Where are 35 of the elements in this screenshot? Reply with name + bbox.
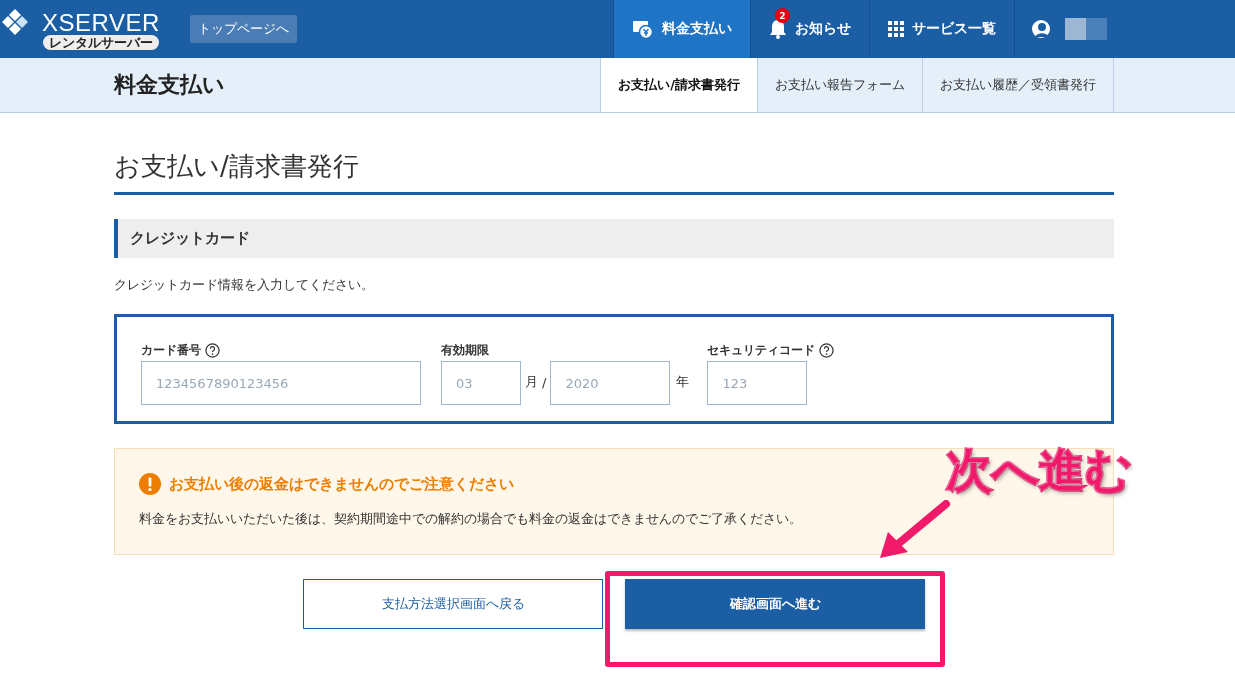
- sub-tab[interactable]: お支払い報告フォーム: [757, 58, 922, 112]
- instructions-text: クレジットカード情報を入力してください。: [114, 276, 375, 294]
- nav-item[interactable]: 料金支払い: [613, 0, 750, 58]
- sub-tab[interactable]: お支払い/請求書発行: [600, 58, 757, 112]
- bell-icon: [769, 19, 787, 39]
- notice-title: お支払い後の返金はできませんのでご注意ください: [169, 474, 514, 494]
- top-page-link[interactable]: トップページへ: [190, 15, 297, 43]
- logo-text[interactable]: XSERVER: [42, 10, 160, 36]
- grid-icon: [888, 21, 904, 37]
- section-title: クレジットカード: [114, 219, 1114, 258]
- warning-icon: [139, 473, 161, 495]
- help-icon[interactable]: [205, 342, 220, 358]
- user-icon[interactable]: [1031, 18, 1051, 40]
- card-number-field[interactable]: 1234567890123456: [141, 361, 421, 405]
- redacted-name-drawing: [1065, 18, 1107, 40]
- separator-text: /: [542, 374, 547, 390]
- field-label: カード番号: [141, 341, 201, 359]
- page-header-title: 料金支払い: [114, 71, 226, 99]
- back-button[interactable]: 支払方法選択画面へ戻る: [303, 579, 603, 629]
- field-label: セキュリティコード: [707, 341, 816, 359]
- security-code-field[interactable]: 123: [707, 361, 808, 405]
- logo-badge: レンタルサーバー: [42, 35, 159, 50]
- payment-icon: [632, 19, 654, 39]
- notification-badge: 2: [775, 8, 790, 23]
- year-unit: 年: [676, 373, 690, 391]
- notice-text: 料金をお支払いいただいた後は、契約期間途中での解約の場合でも料金の返金はできませんのでご了承ください。: [139, 511, 803, 528]
- field-label: 有効期限: [441, 341, 489, 359]
- month-field[interactable]: 03: [441, 361, 521, 405]
- page-title: お支払い/請求書発行: [114, 149, 1114, 195]
- sub-tab[interactable]: お支払い履歴／受領書発行: [922, 58, 1114, 112]
- year-field[interactable]: 2020: [550, 361, 671, 405]
- help-icon[interactable]: [819, 342, 835, 358]
- month-unit: 月: [525, 373, 538, 391]
- next-button[interactable]: 確認画面へ進む: [625, 579, 925, 629]
- annotation-text: 次へ進む: [946, 442, 1132, 499]
